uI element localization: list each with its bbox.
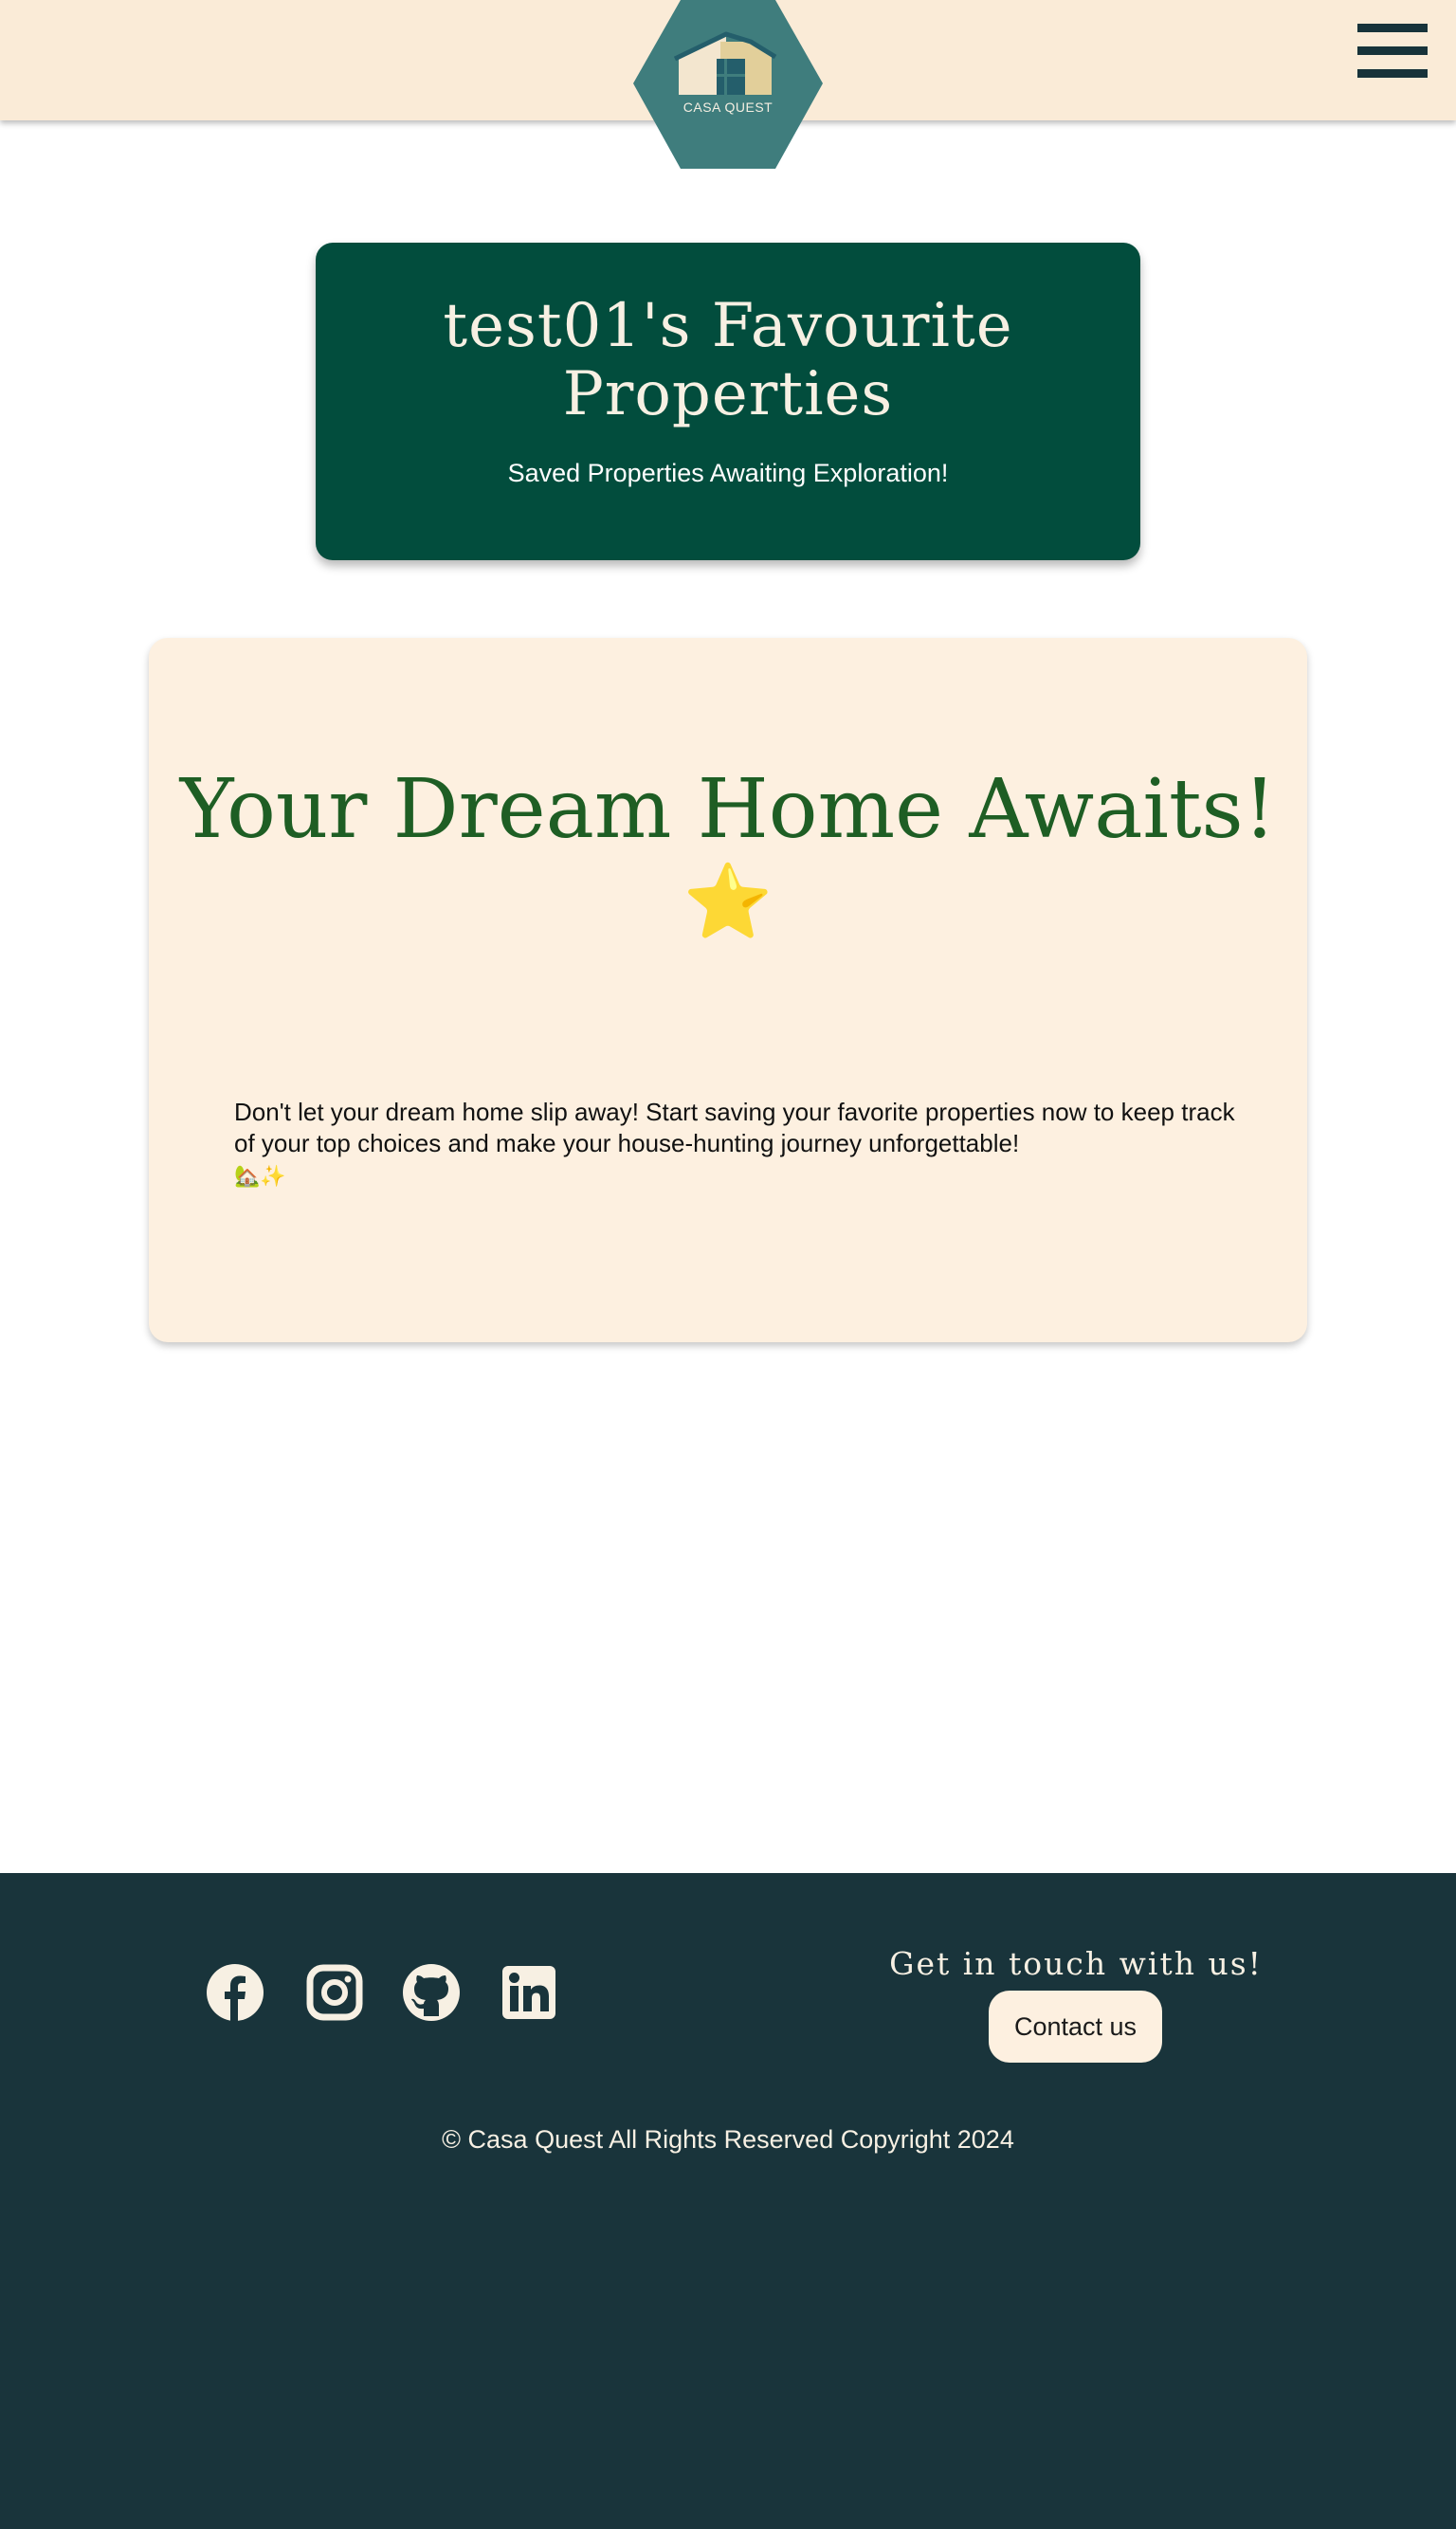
contact-heading: Get in touch with us! [889,1945,1263,1982]
favourites-title-card: test01's Favourite Properties Saved Prop… [316,243,1140,560]
menu-bar [1357,46,1428,55]
hamburger-menu-icon[interactable] [1357,24,1428,81]
dream-body-paragraph: Don't let your dream home slip away! Sta… [234,1097,1239,1192]
menu-bar [1357,24,1428,32]
copyright-text: © Casa Quest All Rights Reserved Copyrig… [442,2125,1014,2154]
github-icon[interactable] [402,1963,461,2022]
house-sparkles-icon: 🏡✨ [234,1164,286,1188]
instagram-icon[interactable] [305,1963,364,2022]
linkedin-icon[interactable] [500,1963,558,2022]
dream-body-text: Don't let your dream home slip away! Sta… [234,1098,1235,1157]
footer: Get in touch with us! Contact us © Casa … [0,1873,1456,2529]
casa-quest-logo[interactable]: CASA QUEST [633,0,823,171]
dream-heading-text: Your Dream Home Awaits! [179,762,1277,857]
logo-text: CASA QUEST [682,100,774,115]
page-title: test01's Favourite Properties [443,291,1013,429]
dream-heading: Your Dream Home Awaits! ⭐ [149,767,1307,944]
menu-bar [1357,69,1428,78]
logo-hexagon-icon [633,0,823,169]
facebook-icon[interactable] [206,1963,264,2022]
contact-us-button[interactable]: Contact us [989,1991,1162,2063]
empty-favourites-card: Your Dream Home Awaits! ⭐ Don't let your… [149,638,1307,1342]
star-icon: ⭐ [682,859,774,943]
page-subtitle: Saved Properties Awaiting Exploration! [507,459,949,487]
